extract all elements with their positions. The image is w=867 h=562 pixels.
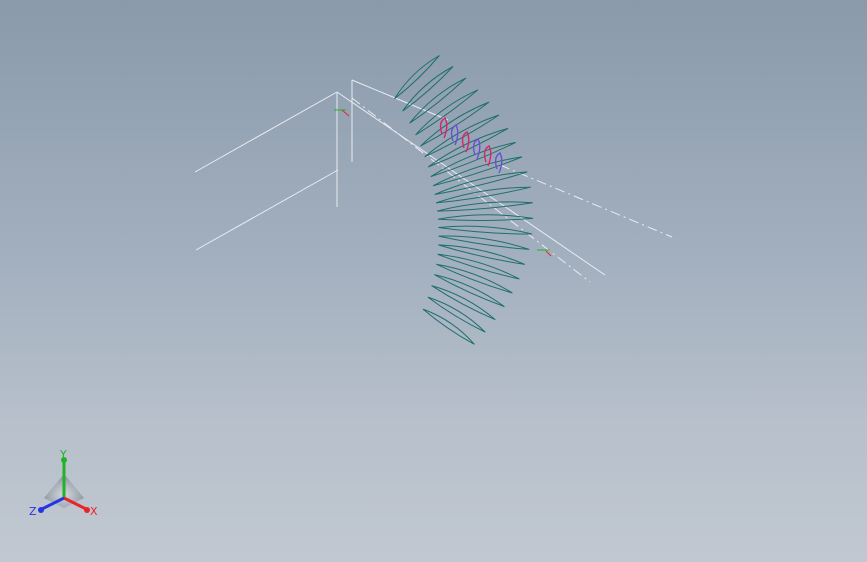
graphics-viewport[interactable] — [0, 0, 867, 562]
plane-edge — [351, 97, 591, 283]
tooth-band — [394, 55, 440, 100]
triad-x-label: X — [90, 505, 98, 518]
tooth-band — [435, 186, 531, 204]
reference-planes[interactable] — [194, 79, 673, 283]
origin-marker-2 — [537, 249, 552, 257]
highlighted-tooth[interactable] — [461, 131, 470, 153]
plane-edge — [499, 164, 673, 238]
triad-z-tip — [38, 507, 44, 513]
origin-marker-1 — [334, 109, 350, 117]
triad-z-label: Z — [29, 505, 37, 518]
gear-segment-body[interactable] — [394, 55, 534, 345]
tooth-band — [438, 235, 530, 250]
plane-edge — [194, 91, 338, 173]
tooth-band — [422, 308, 475, 345]
highlighted-tooth[interactable] — [494, 152, 503, 174]
tooth-band — [438, 225, 533, 235]
plane-edge — [195, 169, 339, 251]
triad-y-label: Y — [59, 448, 67, 461]
tooth-band — [436, 201, 533, 212]
plane-edge — [336, 91, 606, 276]
highlighted-tooth[interactable] — [472, 138, 481, 160]
orientation-triad[interactable]: Y X Z — [24, 446, 108, 526]
